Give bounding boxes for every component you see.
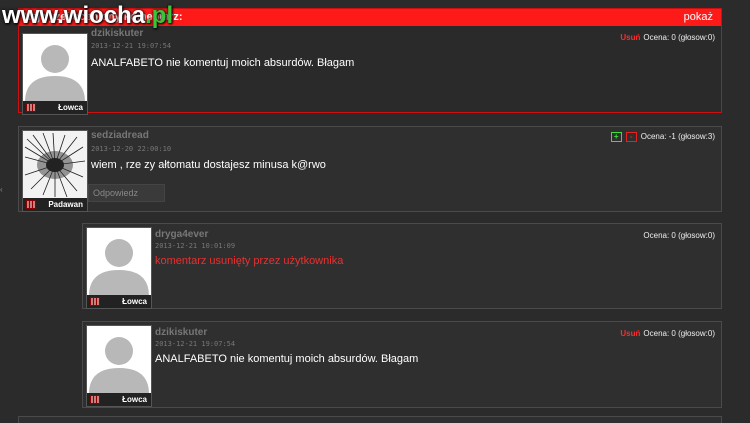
default-avatar-icon [87, 228, 151, 296]
rating: Usuń Ocena: 0 (głosow:0) [620, 329, 715, 338]
side-arrow-icon[interactable]: ‹ [0, 185, 3, 194]
default-avatar-icon [23, 34, 87, 102]
rating: + - Ocena: -1 (głosow:3) [610, 132, 715, 142]
default-avatar-icon [87, 326, 151, 394]
reply-button[interactable]: Odpowiedz [88, 184, 165, 202]
deleted-comment-text: komentarz usunięty przez użytkownika [155, 255, 344, 267]
comment-username[interactable]: dryga4ever [155, 229, 208, 240]
comment-text: ANALFABETO nie komentuj moich absurdów. … [91, 57, 355, 69]
comment: Padawan sedziadread 2013-12-20 22:00:10 … [18, 126, 722, 212]
rank-icon [90, 395, 100, 404]
comment-date: 2013-12-20 22:00:10 [91, 145, 172, 153]
avatar[interactable]: Łowca [86, 227, 152, 309]
avatar[interactable]: Łowca [86, 325, 152, 407]
rank-badge: Łowca [87, 393, 151, 406]
rank-label: Łowca [122, 297, 147, 306]
rank-icon [26, 200, 36, 209]
rating-label: Ocena: 0 (głosow:0) [643, 231, 715, 240]
watermark-logo: www.wiocha.pl [2, 2, 173, 30]
vote-up-button[interactable]: + [610, 132, 622, 142]
comment-date: 2013-12-21 10:01:09 [155, 242, 236, 250]
rank-icon [90, 297, 100, 306]
show-link[interactable]: pokaż [684, 9, 713, 26]
rating: Usuń Ocena: 0 (głosow:0) [620, 33, 715, 42]
comment-text: ANALFABETO nie komentuj moich absurdów. … [155, 353, 419, 365]
comment-username[interactable]: dzikiskuter [155, 327, 207, 338]
comment-username[interactable]: sedziadread [91, 130, 149, 141]
reply-comment: Łowca dryga4ever 2013-12-21 10:01:09 kom… [82, 223, 722, 309]
comment-date: 2013-12-21 19:07:54 [91, 42, 172, 50]
comment-text: wiem , rze zy ałtomatu dostajesz minusa … [91, 159, 326, 171]
avatar[interactable]: Łowca [22, 33, 88, 115]
rank-label: Łowca [58, 103, 83, 112]
delete-button[interactable]: Usuń [620, 33, 640, 42]
rating: Ocena: 0 (głosow:0) [643, 231, 715, 240]
rank-label: Łowca [122, 395, 147, 404]
watermark-name: www.wiocha [2, 2, 146, 29]
rank-badge: Łowca [87, 295, 151, 308]
watermark-suffix: .pl [145, 2, 174, 29]
avatar[interactable]: Padawan [22, 130, 88, 212]
rating-label: Ocena: 0 (głosow:0) [643, 33, 715, 42]
rank-badge: Łowca [23, 101, 87, 114]
rank-icon [26, 103, 36, 112]
rank-badge: Padawan [23, 198, 87, 211]
reply-comment: Łowca dzikiskuter 2013-12-21 19:07:54 AN… [82, 321, 722, 408]
comment-date: 2013-12-21 19:07:54 [155, 340, 236, 348]
rank-label: Padawan [48, 200, 83, 209]
delete-button[interactable]: Usuń [620, 329, 640, 338]
rating-label: Ocena: 0 (głosow:0) [643, 329, 715, 338]
feather-avatar-icon [23, 131, 87, 199]
rating-label: Ocena: -1 (głosow:3) [640, 132, 715, 142]
vote-down-button[interactable]: - [625, 132, 637, 142]
next-comment-edge [18, 416, 722, 423]
